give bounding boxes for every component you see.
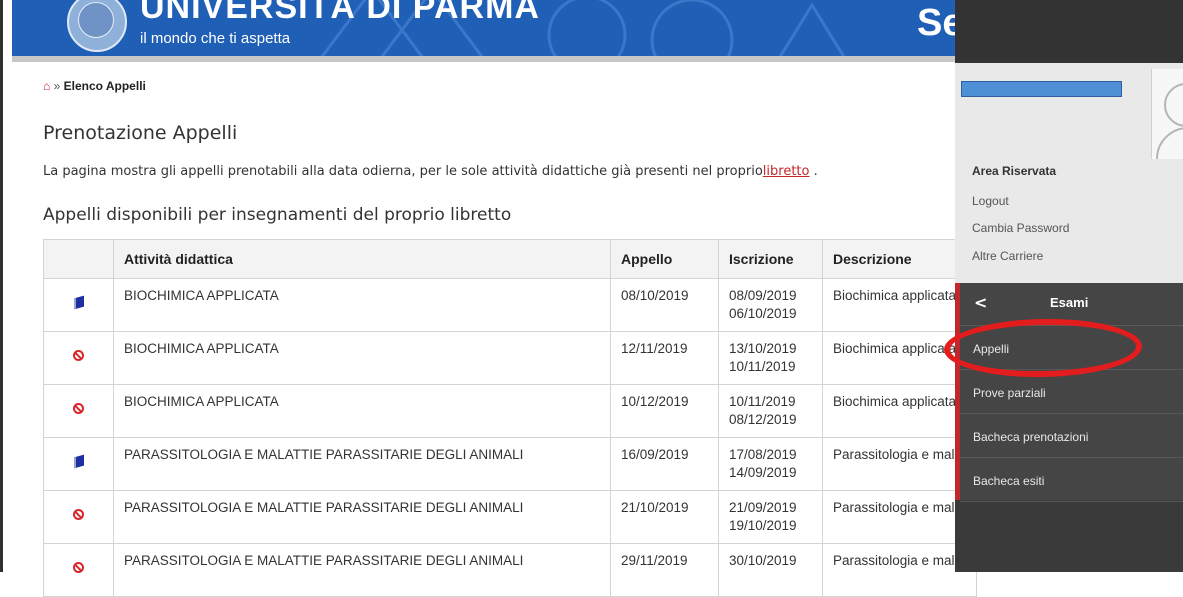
- appello-cell: 12/11/2019: [610, 331, 719, 385]
- not-available-icon: [73, 403, 84, 414]
- iscrizione-start: 30/10/2019: [729, 553, 797, 568]
- iscrizione-end: 19/10/2019: [729, 518, 797, 533]
- table-row: BIOCHIMICA APPLICATA 08/10/2019 08/09/20…: [43, 278, 977, 332]
- iscrizione-start: 13/10/2019: [729, 341, 797, 356]
- libretto-link[interactable]: libretto: [763, 164, 810, 179]
- university-subtitle: il mondo che ti aspetta: [140, 30, 291, 47]
- home-icon[interactable]: ⌂: [43, 79, 50, 93]
- breadcrumb-separator: »: [53, 79, 61, 93]
- chevron-left-icon[interactable]: <: [974, 293, 987, 312]
- user-area: Area Riservata Logout Cambia Password Al…: [955, 63, 1183, 283]
- iscrizione-cell: 30/10/2019: [718, 543, 823, 597]
- appello-cell: 29/11/2019: [610, 543, 719, 597]
- attivita-cell: BIOCHIMICA APPLICATA: [113, 384, 611, 438]
- iscrizione-cell: 13/10/2019 10/11/2019: [718, 331, 823, 385]
- section-title: Appelli disponibili per insegnamenti del…: [43, 205, 512, 225]
- descrizione-cell: Parassitologia e malat: [822, 490, 977, 544]
- sidebar-top-bar: [955, 0, 1183, 63]
- iscrizione-end: 06/10/2019: [729, 306, 797, 321]
- breadcrumb-current: Elenco Appelli: [63, 79, 146, 93]
- book-icon[interactable]: [73, 454, 84, 469]
- intro-text: La pagina mostra gli appelli prenotabili…: [43, 164, 818, 179]
- university-title: UNIVERSITÀ DI PARMA: [140, 0, 540, 26]
- iscrizione-start: 08/09/2019: [729, 288, 797, 303]
- descrizione-cell: Biochimica applicata: [822, 384, 977, 438]
- cambia-password-link[interactable]: Cambia Password: [972, 221, 1069, 235]
- table-row: PARASSITOLOGIA E MALATTIE PARASSITARIE D…: [43, 437, 977, 491]
- area-riservata-title: Area Riservata: [972, 164, 1057, 178]
- attivita-cell: PARASSITOLOGIA E MALATTIE PARASSITARIE D…: [113, 437, 611, 491]
- right-sidebar: Area Riservata Logout Cambia Password Al…: [955, 0, 1183, 572]
- descrizione-cell: Parassitologia e malat: [822, 437, 977, 491]
- avatar-body-icon: [1156, 127, 1183, 159]
- page-title: Prenotazione Appelli: [43, 122, 238, 144]
- user-name-bar: [961, 81, 1122, 97]
- iscrizione-end: 08/12/2019: [729, 412, 797, 427]
- attivita-cell: PARASSITOLOGIA E MALATTIE PARASSITARIE D…: [113, 543, 611, 597]
- not-available-icon: [73, 509, 84, 520]
- avatar-head-icon: [1164, 83, 1183, 127]
- iscrizione-end: 14/09/2019: [729, 465, 797, 480]
- book-cell[interactable]: [43, 278, 114, 332]
- not-available-icon: [73, 350, 84, 361]
- book-icon[interactable]: [73, 295, 84, 310]
- menu-item-bacheca-esiti[interactable]: Bacheca esiti: [960, 458, 1183, 502]
- not-available-icon: [73, 562, 84, 573]
- iscrizione-end: 10/11/2019: [729, 359, 796, 374]
- header-appello[interactable]: Appello: [610, 239, 719, 279]
- table-row: BIOCHIMICA APPLICATA 12/11/2019 13/10/20…: [43, 331, 977, 385]
- intro-body: La pagina mostra gli appelli prenotabili…: [43, 164, 763, 179]
- appello-cell: 21/10/2019: [610, 490, 719, 544]
- appello-cell: 08/10/2019: [610, 278, 719, 332]
- attivita-cell: BIOCHIMICA APPLICATA: [113, 331, 611, 385]
- iscrizione-cell: 21/09/2019 19/10/2019: [718, 490, 823, 544]
- attivita-cell: PARASSITOLOGIA E MALATTIE PARASSITARIE D…: [113, 490, 611, 544]
- table-header-row: Attività didattica Appello Iscrizione De…: [43, 239, 977, 279]
- intro-end: .: [809, 164, 818, 179]
- appello-cell: 10/12/2019: [610, 384, 719, 438]
- book-cell[interactable]: [43, 437, 114, 491]
- block-cell: [43, 543, 114, 597]
- menu-title: Esami: [1050, 295, 1089, 310]
- altre-carriere-link[interactable]: Altre Carriere: [972, 249, 1043, 263]
- menu-item-prove-parziali[interactable]: Prove parziali: [960, 370, 1183, 414]
- logout-link[interactable]: Logout: [972, 194, 1009, 208]
- table-row: BIOCHIMICA APPLICATA 10/12/2019 10/11/20…: [43, 384, 977, 438]
- window-left-edge: [0, 0, 3, 572]
- breadcrumb: ⌂ » Elenco Appelli: [43, 79, 146, 93]
- iscrizione-start: 17/08/2019: [729, 447, 797, 462]
- attivita-cell: BIOCHIMICA APPLICATA: [113, 278, 611, 332]
- esami-menu: < Esami Appelli Prove parziali Bacheca p…: [955, 283, 1183, 502]
- iscrizione-cell: 10/11/2019 08/12/2019: [718, 384, 823, 438]
- iscrizione-cell: 17/08/2019 14/09/2019: [718, 437, 823, 491]
- header-divider: [12, 56, 955, 62]
- appello-cell: 16/09/2019: [610, 437, 719, 491]
- table-row: PARASSITOLOGIA E MALATTIE PARASSITARIE D…: [43, 490, 977, 544]
- iscrizione-start: 21/09/2019: [729, 500, 797, 515]
- iscrizione-cell: 08/09/2019 06/10/2019: [718, 278, 823, 332]
- university-seal-icon: [78, 2, 114, 38]
- block-cell: [43, 331, 114, 385]
- header-iscrizione[interactable]: Iscrizione: [718, 239, 823, 279]
- appelli-table: Attività didattica Appello Iscrizione De…: [43, 239, 977, 597]
- iscrizione-start: 10/11/2019: [729, 394, 796, 409]
- descrizione-cell: Biochimica applicata: [822, 278, 977, 332]
- header-descrizione[interactable]: Descrizione: [822, 239, 977, 279]
- table-row: PARASSITOLOGIA E MALATTIE PARASSITARIE D…: [43, 543, 977, 597]
- header-right-text: Se: [917, 2, 955, 44]
- block-cell: [43, 384, 114, 438]
- descrizione-cell: Parassitologia e malat: [822, 543, 977, 597]
- site-header: UNIVERSITÀ DI PARMA il mondo che ti aspe…: [12, 0, 955, 56]
- avatar: [1151, 69, 1183, 159]
- block-cell: [43, 490, 114, 544]
- menu-item-bacheca-prenotazioni[interactable]: Bacheca prenotazioni: [960, 414, 1183, 458]
- header-attivita[interactable]: Attività didattica: [113, 239, 611, 279]
- header-icon-col: [43, 239, 114, 279]
